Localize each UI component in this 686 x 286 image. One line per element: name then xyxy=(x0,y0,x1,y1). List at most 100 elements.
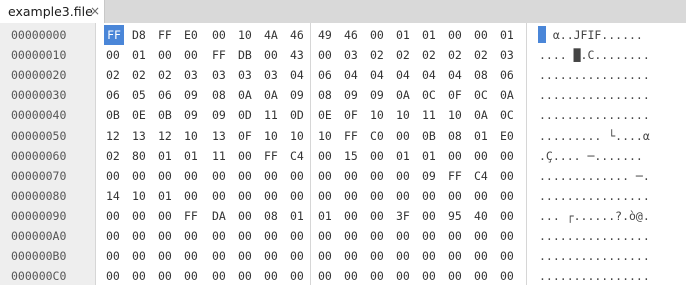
hex-byte[interactable]: 00 xyxy=(344,246,362,266)
hex-byte[interactable]: E0 xyxy=(184,25,202,45)
hex-byte[interactable]: 10 xyxy=(448,105,466,125)
hex-byte[interactable]: 00 xyxy=(212,226,230,246)
hex-byte[interactable]: 08 xyxy=(448,126,466,146)
hex-byte[interactable]: 08 xyxy=(212,85,230,105)
hex-byte[interactable]: 02 xyxy=(370,45,388,65)
hex-byte[interactable]: 00 xyxy=(474,186,492,206)
hex-byte[interactable]: 00 xyxy=(370,266,388,286)
hex-byte[interactable]: 01 xyxy=(396,146,414,166)
hex-byte[interactable]: 00 xyxy=(212,186,230,206)
hex-byte[interactable]: 0D xyxy=(238,105,256,125)
hex-byte[interactable]: 00 xyxy=(238,166,256,186)
hex-byte[interactable]: 03 xyxy=(500,45,518,65)
hex-byte[interactable]: DB xyxy=(238,45,256,65)
hex-byte[interactable]: 00 xyxy=(264,45,282,65)
hex-byte[interactable]: 00 xyxy=(106,206,124,226)
hex-byte[interactable]: 10 xyxy=(396,105,414,125)
hex-byte[interactable]: 08 xyxy=(264,206,282,226)
hex-byte[interactable]: 46 xyxy=(290,25,308,45)
hex-byte[interactable]: 02 xyxy=(422,45,440,65)
ascii-text[interactable]: ................ xyxy=(539,186,650,206)
hex-byte[interactable]: 01 xyxy=(158,186,176,206)
hex-byte[interactable]: 00 xyxy=(290,226,308,246)
hex-byte[interactable]: 01 xyxy=(396,25,414,45)
hex-byte[interactable]: 0B xyxy=(158,105,176,125)
hex-byte[interactable]: 10 xyxy=(290,126,308,146)
hex-byte[interactable]: 00 xyxy=(396,266,414,286)
hex-row[interactable]: 000000B0 00 00 00 00 00 00 00 00 00 00 00 00 00 00 00 00… xyxy=(0,246,686,266)
hex-byte[interactable]: 00 xyxy=(290,266,308,286)
hex-byte[interactable]: 09 xyxy=(184,105,202,125)
hex-byte[interactable]: 3F xyxy=(396,206,414,226)
hex-byte[interactable]: 09 xyxy=(184,85,202,105)
hex-byte[interactable]: 00 xyxy=(396,186,414,206)
hex-byte[interactable]: 00 xyxy=(370,146,388,166)
hex-byte[interactable]: 03 xyxy=(238,65,256,85)
ascii-text[interactable]: ................ xyxy=(539,85,650,105)
hex-row[interactable]: 00000030 06 05 06 09 08 0A 0A 09 08 09 09 0A 0C 0F 0C 0A… xyxy=(0,85,686,105)
hex-byte[interactable]: 00 xyxy=(290,246,308,266)
hex-byte[interactable]: 00 xyxy=(238,266,256,286)
hex-byte[interactable]: 00 xyxy=(344,166,362,186)
hex-row[interactable]: 00000040 0B 0E 0B 09 09 0D 11 0D 0E 0F 10 10 11 10 0A 0C… xyxy=(0,105,686,125)
hex-byte[interactable]: 00 xyxy=(264,246,282,266)
hex-byte[interactable]: 00 xyxy=(318,186,336,206)
hex-byte[interactable]: 00 xyxy=(238,226,256,246)
hex-byte[interactable]: FF xyxy=(212,45,230,65)
hex-byte[interactable]: 06 xyxy=(318,65,336,85)
hex-byte[interactable]: 00 xyxy=(344,226,362,246)
hex-byte[interactable]: 00 xyxy=(290,166,308,186)
hex-byte[interactable]: 00 xyxy=(344,266,362,286)
hex-byte[interactable]: 00 xyxy=(184,166,202,186)
hex-byte[interactable]: 00 xyxy=(106,246,124,266)
hex-row[interactable]: 00000010 00 01 00 00 FF DB 00 43 00 03 02 02 02 02 02 03… xyxy=(0,45,686,65)
hex-byte[interactable]: 00 xyxy=(264,186,282,206)
hex-byte[interactable]: 04 xyxy=(448,65,466,85)
hex-byte[interactable]: 0A xyxy=(396,85,414,105)
hex-byte[interactable]: 00 xyxy=(448,226,466,246)
hex-row[interactable]: 00000060 02 80 01 01 11 00 FF C4 00 15 00 01 01 00 00 00… xyxy=(0,146,686,166)
hex-row[interactable]: 00000070 00 00 00 00 00 00 00 00 00 00 00 00 09 FF C4 00… xyxy=(0,166,686,186)
hex-byte[interactable]: 00 xyxy=(318,166,336,186)
file-tab[interactable]: example3.file × xyxy=(0,0,105,23)
hex-byte[interactable]: 00 xyxy=(212,266,230,286)
hex-byte[interactable]: 00 xyxy=(184,246,202,266)
hex-byte[interactable]: 10 xyxy=(370,105,388,125)
ascii-text[interactable]: ................ xyxy=(539,226,650,246)
ascii-text[interactable]: ................ xyxy=(539,65,650,85)
hex-byte[interactable]: 00 xyxy=(396,226,414,246)
hex-byte[interactable]: 00 xyxy=(396,246,414,266)
ascii-text[interactable]: .Ç.... ─....... xyxy=(539,146,643,166)
hex-byte[interactable]: 0A xyxy=(474,105,492,125)
hex-byte[interactable]: 05 xyxy=(132,85,150,105)
hex-byte[interactable]: 04 xyxy=(422,65,440,85)
hex-row[interactable]: 00000020 02 02 02 03 03 03 03 04 06 04 04 04 04 04 08 06… xyxy=(0,65,686,85)
hex-byte[interactable]: 09 xyxy=(212,105,230,125)
hex-byte[interactable]: 00 xyxy=(318,266,336,286)
hex-byte[interactable]: 00 xyxy=(132,206,150,226)
hex-byte[interactable]: 08 xyxy=(318,85,336,105)
hex-row[interactable]: 00000050 12 13 12 10 13 0F 10 10 10 FF C0 00 0B 08 01 E0… xyxy=(0,126,686,146)
hex-byte[interactable]: 09 xyxy=(344,85,362,105)
hex-byte[interactable]: 00 xyxy=(318,45,336,65)
hex-byte[interactable]: 01 xyxy=(290,206,308,226)
selected-byte[interactable]: FF xyxy=(104,25,124,45)
hex-byte[interactable]: 10 xyxy=(184,126,202,146)
hex-byte[interactable]: 03 xyxy=(212,65,230,85)
hex-byte[interactable]: 10 xyxy=(318,126,336,146)
hex-byte[interactable]: 00 xyxy=(238,246,256,266)
hex-byte[interactable]: 00 xyxy=(422,266,440,286)
hex-byte[interactable]: 02 xyxy=(106,146,124,166)
hex-byte[interactable]: 00 xyxy=(500,226,518,246)
hex-byte[interactable]: 04 xyxy=(290,65,308,85)
hex-byte[interactable]: 0B xyxy=(106,105,124,125)
hex-byte[interactable]: 00 xyxy=(344,186,362,206)
hex-byte[interactable]: 0E xyxy=(318,105,336,125)
hex-byte[interactable]: FF xyxy=(448,166,466,186)
hex-byte[interactable]: 00 xyxy=(500,166,518,186)
hex-byte[interactable]: 0C xyxy=(474,85,492,105)
hex-byte[interactable]: 46 xyxy=(344,25,362,45)
hex-byte[interactable]: 00 xyxy=(184,266,202,286)
hex-byte[interactable]: 02 xyxy=(396,45,414,65)
hex-byte[interactable]: 00 xyxy=(212,166,230,186)
